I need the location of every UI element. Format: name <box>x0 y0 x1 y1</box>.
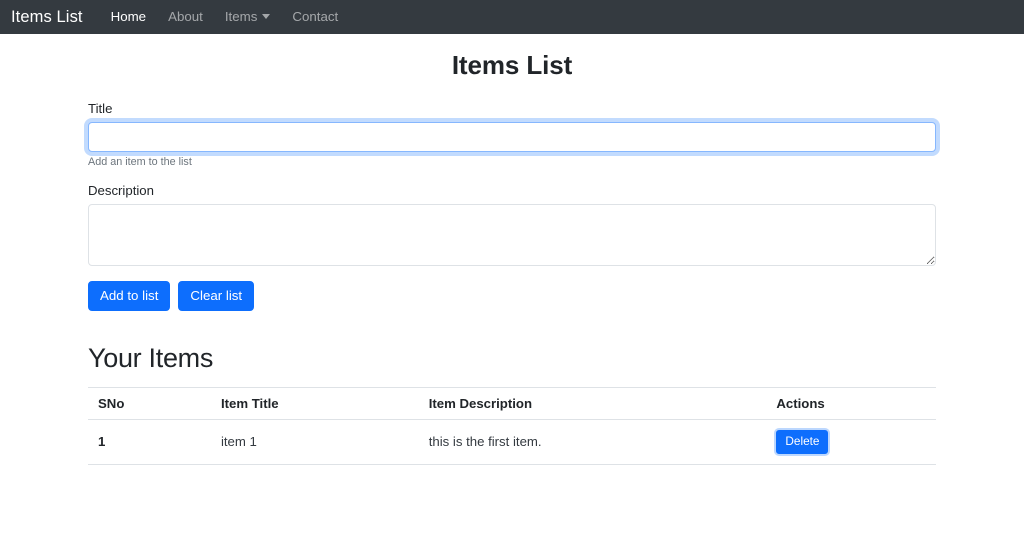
items-table: SNo Item Title Item Description Actions … <box>88 387 936 465</box>
page-title: Items List <box>88 50 936 81</box>
items-table-body: 1 item 1 this is the first item. Delete <box>88 419 936 464</box>
nav-link-about-label: About <box>168 9 203 24</box>
cell-item-title: item 1 <box>211 419 419 464</box>
description-textarea[interactable] <box>88 204 936 266</box>
description-field-label: Description <box>88 183 936 198</box>
nav-link-home-label: Home <box>111 9 146 24</box>
nav-item-contact[interactable]: Contact <box>281 8 349 26</box>
table-header-row: SNo Item Title Item Description Actions <box>88 387 936 419</box>
title-field-label: Title <box>88 101 936 116</box>
nav-link-home[interactable]: Home <box>100 9 157 24</box>
column-header-item-title: Item Title <box>211 387 419 419</box>
title-input[interactable] <box>88 122 936 152</box>
items-table-head: SNo Item Title Item Description Actions <box>88 387 936 419</box>
chevron-down-icon <box>262 14 270 19</box>
column-header-sno: SNo <box>88 387 211 419</box>
column-header-actions: Actions <box>766 387 936 419</box>
description-field-group: Description <box>88 183 936 266</box>
items-section-heading: Your Items <box>88 343 936 374</box>
nav-link-contact-label: Contact <box>292 9 338 24</box>
clear-list-button[interactable]: Clear list <box>178 281 254 311</box>
cell-sno: 1 <box>88 419 211 464</box>
nav-item-about[interactable]: About <box>157 8 214 26</box>
navbar-nav-list: Home About Items Contact <box>100 8 350 26</box>
nav-link-about[interactable]: About <box>157 9 214 24</box>
add-to-list-button[interactable]: Add to list <box>88 281 170 311</box>
nav-link-contact[interactable]: Contact <box>281 9 349 24</box>
form-actions: Add to list Clear list <box>88 281 936 311</box>
navbar-brand[interactable]: Items List <box>11 8 83 27</box>
cell-actions: Delete <box>766 419 936 464</box>
nav-link-items-label: Items <box>225 9 258 24</box>
cell-item-description: this is the first item. <box>419 419 767 464</box>
title-field-help-text: Add an item to the list <box>88 156 936 168</box>
table-row: 1 item 1 this is the first item. Delete <box>88 419 936 464</box>
main-container: Items List Title Add an item to the list… <box>88 34 936 465</box>
delete-button[interactable]: Delete <box>776 430 828 454</box>
title-field-group: Title Add an item to the list <box>88 101 936 168</box>
nav-link-items-dropdown[interactable]: Items <box>214 9 282 24</box>
main-navbar: Items List Home About Items Contact <box>0 0 1024 34</box>
nav-item-items[interactable]: Items <box>214 8 282 26</box>
column-header-item-description: Item Description <box>419 387 767 419</box>
nav-item-home[interactable]: Home <box>100 8 157 26</box>
